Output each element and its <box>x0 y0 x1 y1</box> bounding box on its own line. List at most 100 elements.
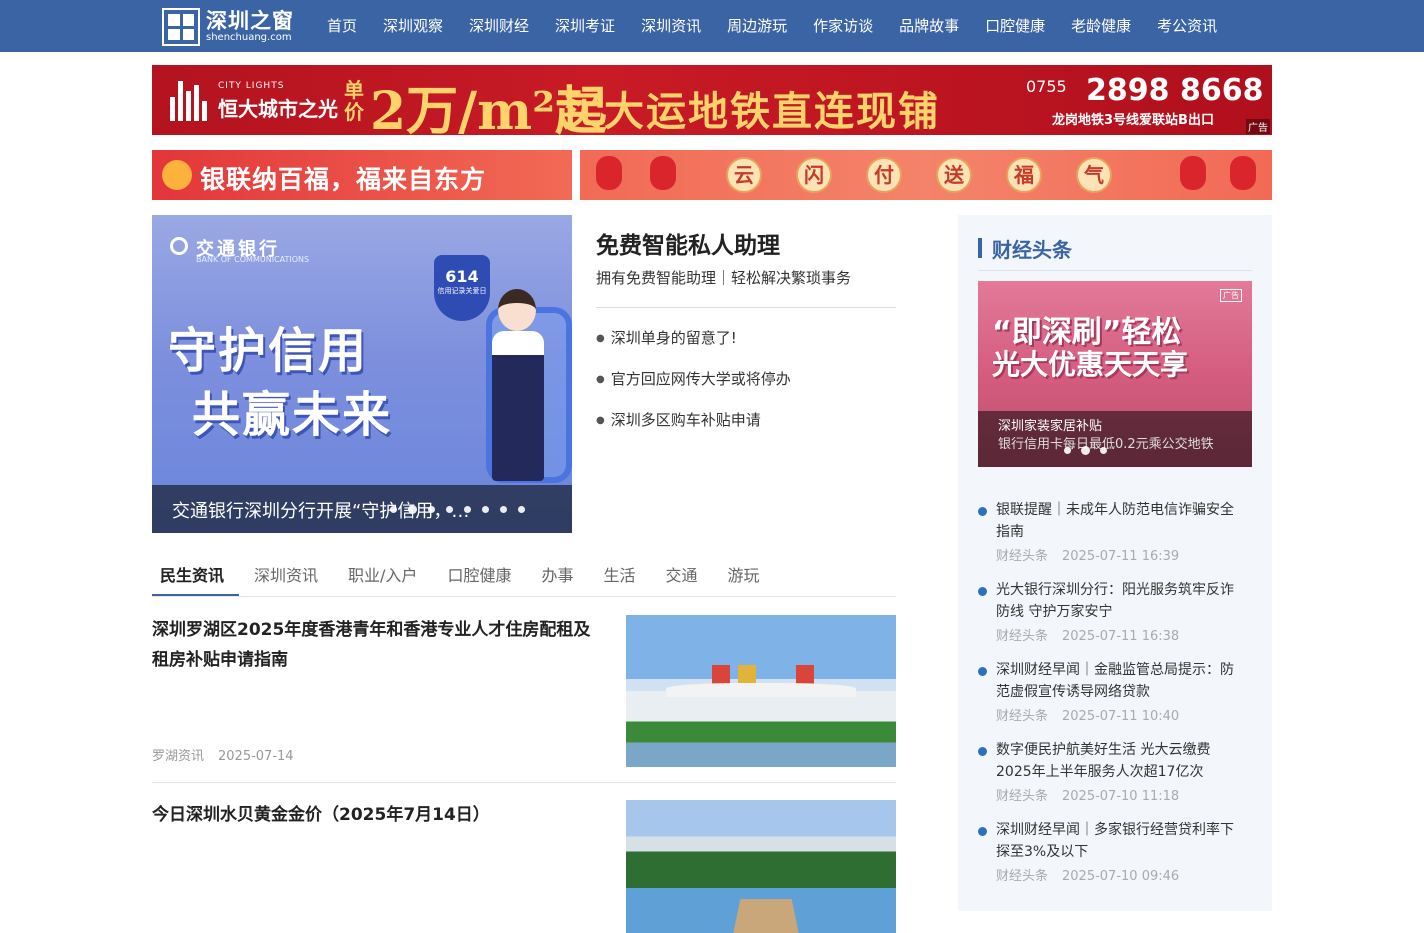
news-title[interactable]: 深圳罗湖区2025年度香港青年和香港专业人才住房配租及租房补贴申请指南 <box>152 615 602 675</box>
logo-text-en: shenchuang.com <box>206 32 292 43</box>
sidebar-slide-caption-2: 银行信用卡每日最低0.2元乘公交地铁 <box>998 437 1214 452</box>
tab-shenzhen-news[interactable]: 深圳资讯 <box>239 558 333 596</box>
assistant-title[interactable]: 免费智能私人助理 <box>596 226 780 260</box>
ad-banner-unionpay[interactable]: 银联纳百福，福来自东方 <box>152 150 572 200</box>
quick-link[interactable]: 深圳单身的留意了! <box>596 328 791 349</box>
coin-char: 云 <box>726 157 762 193</box>
list-item-title[interactable]: 数字便民护航美好生活 光大云缴费2025年上半年服务人次超17亿次 <box>996 739 1246 783</box>
slider-dots <box>390 505 525 514</box>
slider-dot[interactable] <box>464 506 471 513</box>
list-item-meta: 财经头条 2025-07-11 10:40 <box>996 705 1252 724</box>
list-item-meta: 财经头条 2025-07-10 09:46 <box>996 865 1252 884</box>
list-item-title[interactable]: 银联提醒｜未成年人防范电信诈骗安全指南 <box>996 499 1246 543</box>
nav-elderly-health[interactable]: 老龄健康 <box>1058 0 1144 52</box>
logo-mark-icon <box>162 8 200 46</box>
ad-tel: 2898 8668 <box>1086 73 1264 108</box>
nav-shenzhen-news[interactable]: 深圳资讯 <box>628 0 714 52</box>
list-item[interactable]: 银联提醒｜未成年人防范电信诈骗安全指南财经头条 2025-07-11 16:39 <box>978 499 1252 579</box>
list-item-title[interactable]: 深圳财经早闻｜多家银行经营贷利率下探至3%及以下 <box>996 819 1246 863</box>
slider-dot[interactable] <box>428 506 435 513</box>
list-item[interactable]: 光大银行深圳分行：阳光服务筑牢反诈防线 守护万家安宁 财经头条 2025-07-11… <box>978 579 1252 659</box>
coin-row: 云 闪 付 送 福 气 <box>726 157 1112 193</box>
tab-career[interactable]: 职业/入户 <box>333 558 432 596</box>
slider-dot[interactable] <box>446 506 453 513</box>
slider-bank-sub: BANK OF COMMUNICATIONS <box>196 255 310 264</box>
tab-life[interactable]: 生活 <box>588 558 650 596</box>
logo-text-cn: 深圳之窗 <box>206 9 294 33</box>
nav-writer-interview[interactable]: 作家访谈 <box>800 0 886 52</box>
nav-oral-health[interactable]: 口腔健康 <box>972 0 1058 52</box>
ad-brand-cn: 恒大城市之光 <box>218 97 338 121</box>
list-item[interactable]: 深圳财经早闻｜多家银行经营贷利率下探至3%及以下财经头条 2025-07-10 0… <box>978 819 1252 899</box>
nav-shenzhen-observe[interactable]: 深圳观察 <box>370 0 456 52</box>
slider-dot[interactable] <box>1100 447 1107 454</box>
slider-headline-2: 共赢未来 <box>192 387 393 443</box>
feature-slider[interactable]: 交通银行 BANK OF COMMUNICATIONS 614 信用记录关爱日 … <box>152 215 572 533</box>
news-thumbnail[interactable] <box>626 800 896 933</box>
slider-dot[interactable] <box>408 505 417 514</box>
news-item[interactable]: 深圳罗湖区2025年度香港青年和香港专业人才住房配租及租房补贴申请指南 罗湖资讯… <box>152 615 896 783</box>
ad-tel-area: 0755 <box>1026 77 1067 96</box>
ad-price-prefix: 单价 <box>344 78 364 124</box>
list-item-title[interactable]: 深圳财经早闻｜金融监管总局提示：防范虚假宣传诱导网络贷款 <box>996 659 1246 703</box>
news-title[interactable]: 今日深圳水贝黄金金价（2025年7月14日） <box>152 800 602 830</box>
list-item-source: 财经头条 <box>996 789 1049 804</box>
news-thumbnail[interactable] <box>626 615 896 767</box>
sidebar-slider-dots <box>1064 446 1107 455</box>
ad-banner-top[interactable]: CITY LIGHTS 恒大城市之光 单价 2万/m²起 买大运地铁直连现铺 0… <box>152 65 1272 135</box>
coin-char: 付 <box>866 157 902 193</box>
category-tabs: 民生资讯 深圳资讯 职业/入户 口腔健康 办事 生活 交通 游玩 <box>152 558 896 597</box>
list-item-source: 财经头条 <box>996 629 1049 644</box>
list-item-meta: 财经头条 2025-07-10 11:18 <box>996 785 1252 804</box>
nav-shenzhen-cert[interactable]: 深圳考证 <box>542 0 628 52</box>
list-item-source: 财经头条 <box>996 869 1049 884</box>
slider-dot[interactable] <box>390 506 397 513</box>
finance-news-list: 银联提醒｜未成年人防范电信诈骗安全指南财经头条 2025-07-11 16:39 光… <box>978 499 1252 899</box>
sidebar-slide-caption[interactable]: 深圳家装家居补贴 <box>998 419 1238 435</box>
slider-dot[interactable] <box>1081 446 1090 455</box>
quick-link[interactable]: 深圳多区购车补贴申请 <box>596 410 791 431</box>
ad-banner-cloudpay[interactable]: 云 闪 付 送 福 气 <box>580 150 1272 200</box>
coin-char: 气 <box>1076 157 1112 193</box>
top-nav-bar: 深圳之窗 shenchuang.com 首页 深圳观察 深圳财经 深圳考证 深圳… <box>0 0 1424 52</box>
badge-text: 信用记录关爱日 <box>437 287 487 295</box>
heading-accent <box>978 238 982 258</box>
tab-oral-health[interactable]: 口腔健康 <box>432 558 526 596</box>
tab-affairs[interactable]: 办事 <box>526 558 588 596</box>
site-logo[interactable]: 深圳之窗 shenchuang.com <box>162 8 294 46</box>
list-item-title[interactable]: 光大银行深圳分行：阳光服务筑牢反诈防线 守护万家安宁 <box>996 579 1246 623</box>
news-item[interactable]: 今日深圳水贝黄金金价（2025年7月14日） <box>152 800 896 933</box>
ad-tag: 广告 <box>1246 119 1270 134</box>
nav-nearby-travel[interactable]: 周边游玩 <box>714 0 800 52</box>
ad-brand-en: CITY LIGHTS <box>218 81 285 91</box>
sidebar-slider[interactable]: 广告 “即深刷”轻松 光大优惠天天享 深圳家装家居补贴 银行信用卡每日最低0.2… <box>978 281 1252 467</box>
nav-home[interactable]: 首页 <box>314 0 370 52</box>
sidebar-header: 财经头条 <box>978 233 1252 271</box>
quick-link[interactable]: 官方回应网传大学或将停办 <box>596 369 791 390</box>
slider-dot[interactable] <box>482 506 489 513</box>
main-nav: 首页 深圳观察 深圳财经 深圳考证 深圳资讯 周边游玩 作家访谈 品牌故事 口腔… <box>314 0 1230 52</box>
tab-travel[interactable]: 游玩 <box>713 558 775 596</box>
coin-char: 闪 <box>796 157 832 193</box>
slider-dot[interactable] <box>500 506 507 513</box>
credit-day-badge: 614 信用记录关爱日 <box>434 255 490 321</box>
nav-shenzhen-finance[interactable]: 深圳财经 <box>456 0 542 52</box>
slider-dot[interactable] <box>518 506 525 513</box>
list-item-time: 2025-07-10 09:46 <box>1062 869 1180 884</box>
news-source: 罗湖资讯 <box>152 749 205 764</box>
list-item[interactable]: 深圳财经早闻｜金融监管总局提示：防范虚假宣传诱导网络贷款财经头条 2025-07-… <box>978 659 1252 739</box>
nav-civil-exam[interactable]: 考公资讯 <box>1144 0 1230 52</box>
lantern-icon <box>1180 156 1206 190</box>
nav-brand-story[interactable]: 品牌故事 <box>886 0 972 52</box>
slider-dot[interactable] <box>1064 447 1071 454</box>
tab-traffic[interactable]: 交通 <box>650 558 712 596</box>
sidebar-slide-caption-bar[interactable]: 深圳家装家居补贴 银行信用卡每日最低0.2元乘公交地铁 <box>978 411 1252 467</box>
list-item-time: 2025-07-11 16:39 <box>1062 549 1180 564</box>
list-item[interactable]: 数字便民护航美好生活 光大云缴费2025年上半年服务人次超17亿次财经头条 202… <box>978 739 1252 819</box>
badge-number: 614 <box>445 267 479 286</box>
list-item-source: 财经头条 <box>996 549 1049 564</box>
tab-livelihood[interactable]: 民生资讯 <box>152 558 240 596</box>
sidebar-heading[interactable]: 财经头条 <box>992 234 1072 263</box>
ad-slogan: 买大运地铁直连现铺 <box>562 89 940 135</box>
ad-address: 龙岗地铁3号线爱联站B出口 <box>1052 113 1214 128</box>
